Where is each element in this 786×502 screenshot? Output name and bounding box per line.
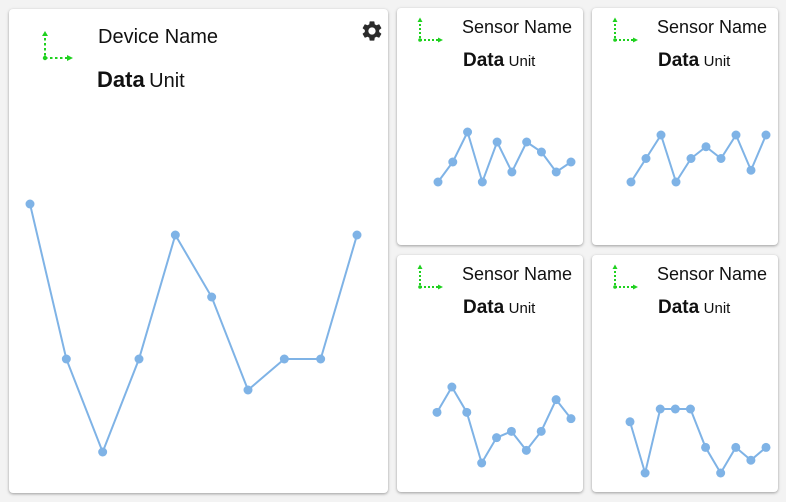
device-card: Device Name Data Unit: [9, 9, 388, 493]
sensor-card: Sensor Name Data Unit: [592, 255, 778, 492]
data-point: [448, 157, 458, 167]
sensor-card: Sensor Name Data Unit: [397, 255, 583, 492]
sensor-line-chart: [432, 382, 576, 468]
axis-chart-icon: [610, 263, 640, 293]
sensor-data-unit: Unit: [508, 300, 536, 317]
data-point: [670, 404, 680, 414]
sensor-reading: Data Unit: [463, 50, 535, 72]
axis-chart-icon: [39, 29, 75, 65]
sensor-line-chart: [433, 127, 576, 187]
sensor-line-chart: [625, 404, 771, 478]
device-name: Device Name: [98, 26, 219, 48]
data-point: [506, 426, 516, 436]
data-point: [640, 468, 650, 478]
gear-icon[interactable]: [360, 19, 384, 43]
data-point: [462, 407, 472, 417]
data-point: [656, 130, 666, 140]
data-point: [731, 130, 741, 140]
sensor-name: Sensor Name: [462, 17, 573, 37]
device-data-value: Data: [97, 67, 145, 92]
data-point: [61, 354, 71, 364]
axis-chart-icon: [415, 263, 445, 293]
data-point: [746, 455, 756, 465]
data-point: [134, 354, 144, 364]
axis-chart-icon: [415, 16, 445, 46]
sensor-name: Sensor Name: [657, 264, 768, 284]
data-point: [279, 354, 289, 364]
data-point: [761, 130, 771, 140]
series-line: [29, 203, 358, 455]
data-point: [536, 147, 546, 157]
data-point: [463, 127, 473, 137]
data-point: [625, 417, 635, 427]
sensor-data-value: Data: [463, 297, 505, 318]
data-point: [566, 414, 576, 424]
data-point: [433, 177, 443, 187]
sensor-card: Sensor Name Data Unit: [592, 8, 778, 245]
series-line: [629, 408, 767, 477]
data-point: [701, 442, 711, 452]
sensor-reading: Data Unit: [658, 50, 730, 72]
sensor-data-value: Data: [658, 50, 700, 71]
axis-chart-icon: [610, 16, 640, 46]
sensor-card: Sensor Name Data Unit: [397, 8, 583, 245]
data-point: [447, 382, 457, 392]
data-point: [716, 154, 726, 163]
data-point: [731, 442, 741, 452]
data-point: [477, 458, 487, 468]
data-point: [551, 395, 561, 405]
sensor-data-unit: Unit: [508, 53, 536, 70]
sensor-data-value: Data: [463, 50, 505, 71]
sensor-data-unit: Unit: [703, 53, 731, 70]
data-point: [761, 442, 771, 452]
data-point: [685, 404, 695, 414]
device-reading: Data Unit: [97, 67, 185, 93]
data-point: [521, 445, 531, 455]
sensor-data-unit: Unit: [703, 300, 731, 317]
data-point: [477, 177, 487, 187]
data-point: [701, 142, 711, 152]
sensor-data-value: Data: [658, 297, 700, 318]
data-point: [492, 137, 502, 147]
sensor-reading: Data Unit: [658, 297, 730, 319]
data-point: [352, 230, 362, 240]
data-point: [641, 154, 651, 163]
data-point: [686, 154, 696, 163]
sensor-name: Sensor Name: [462, 264, 573, 284]
data-point: [432, 407, 442, 417]
data-point: [243, 385, 253, 395]
series-line: [437, 129, 572, 186]
sensor-line-chart: [626, 130, 771, 187]
data-point: [98, 447, 108, 457]
data-point: [551, 167, 561, 177]
data-point: [507, 167, 517, 177]
data-point: [522, 137, 532, 147]
data-point: [492, 433, 502, 443]
sensor-name: Sensor Name: [657, 17, 768, 37]
data-point: [536, 426, 546, 436]
data-point: [566, 157, 576, 167]
series-line: [630, 132, 767, 185]
data-point: [655, 404, 665, 414]
series-line: [436, 385, 572, 466]
data-point: [746, 165, 756, 175]
data-point: [716, 468, 726, 478]
sensor-reading: Data Unit: [463, 297, 535, 319]
data-point: [671, 177, 681, 187]
data-point: [25, 199, 35, 209]
device-line-chart: [25, 199, 362, 457]
data-point: [316, 354, 326, 364]
data-point: [207, 292, 217, 302]
data-point: [626, 177, 636, 187]
data-point: [170, 230, 180, 240]
device-data-unit: Unit: [149, 70, 185, 92]
